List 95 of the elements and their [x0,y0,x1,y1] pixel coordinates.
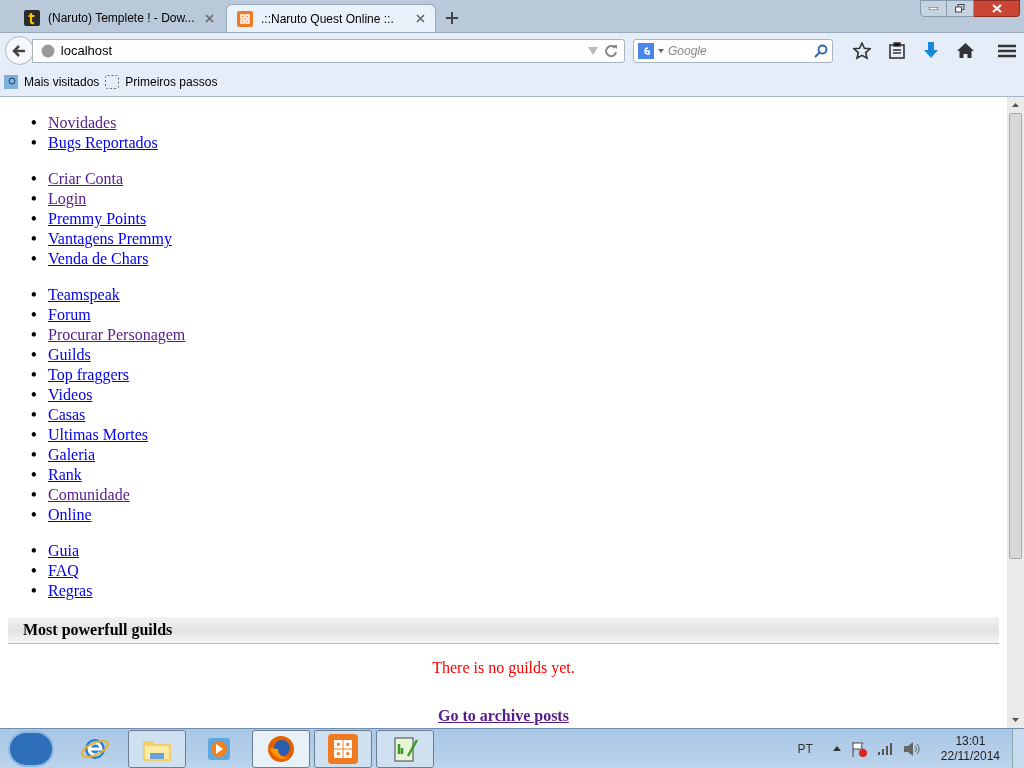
nav-link[interactable]: Guia [48,541,80,561]
up-caret-icon[interactable] [832,746,841,751]
close-icon[interactable] [205,13,214,23]
bullet: • [31,325,38,345]
nav-link[interactable]: Guilds [48,345,91,365]
bullet: • [31,405,38,425]
nav-link[interactable]: Procurar Personagem [48,325,186,345]
reload-icon[interactable] [604,43,618,58]
bullet: • [31,229,38,249]
browser-tab[interactable]: (Naruto) Templete ! - Dow... [14,4,224,32]
close-icon [991,4,1002,13]
bullet: • [31,385,38,405]
bookmark-item[interactable]: Primeiros passos [105,73,218,91]
fox-globe-icon[interactable] [266,733,296,764]
bullet: • [31,345,38,365]
search-icon[interactable] [814,43,828,58]
nav-link[interactable]: Premmy Points [48,209,147,229]
speaker-icon[interactable] [902,740,921,757]
bullet: • [31,581,38,601]
nav-link[interactable]: Rank [48,465,82,485]
nav-link[interactable]: Casas [48,405,86,425]
xampp-logo-icon[interactable] [328,733,358,764]
taskbar-app[interactable] [376,729,434,768]
back-button[interactable] [5,36,34,65]
clock[interactable]: 13:01 22/11/2014 [940,733,1000,764]
bullet: • [31,209,38,229]
bullet: • [31,249,38,269]
scroll-up-icon[interactable] [1012,103,1019,107]
nav-link[interactable]: Regras [48,581,93,601]
nav-link[interactable]: Vantagens Premmy [48,229,172,249]
language-indicator[interactable]: PT [797,739,813,758]
restore-button[interactable] [947,0,974,17]
plus-icon[interactable] [446,12,458,24]
close-icon[interactable] [416,14,425,23]
nav-link[interactable]: Criar Conta [48,169,124,189]
browser-tab[interactable]: .::Naruto Quest Online ::. [226,4,436,32]
nav-link[interactable]: Videos [48,385,93,405]
bullet: • [31,285,38,305]
empty-message: There is no guilds yet. [432,659,575,676]
bullet: • [31,113,38,133]
t-logo-icon [24,10,40,26]
archive-link[interactable]: Go to archive posts [438,707,569,724]
nav-link[interactable]: FAQ [48,561,79,581]
nav-link[interactable]: Bugs Reportados [48,133,158,153]
bullet: • [31,133,38,153]
bullet: • [31,305,38,325]
dropdown-icon[interactable] [658,48,664,53]
flag-icon[interactable] [850,740,867,757]
nav-link[interactable]: Comunidade [48,485,130,505]
start-button[interactable] [8,730,54,767]
bullet: • [31,189,38,209]
bullet: • [31,169,38,189]
bullet: • [31,465,38,485]
search-input[interactable]: Google [668,41,810,60]
taskbar-app[interactable] [252,729,310,768]
bullet: • [31,485,38,505]
taskbar-app[interactable] [128,729,186,768]
signal-bars-icon[interactable] [876,741,893,756]
clipboard-icon[interactable] [889,42,905,59]
bullet: • [31,425,38,445]
home-icon[interactable] [957,43,974,58]
scrollbar[interactable] [1007,97,1024,728]
nav-link[interactable]: Online [48,505,92,525]
download-icon[interactable] [923,42,939,59]
nav-link[interactable]: Top fraggers [48,365,130,385]
nav-link[interactable]: Galeria [48,445,96,465]
search-field[interactable]: Google [633,38,833,63]
taskbar-app[interactable] [314,729,372,768]
nav-link[interactable]: Novidades [48,113,117,133]
minimize-icon [929,7,938,10]
bullet: • [31,445,38,465]
g-logo-icon[interactable] [638,42,654,59]
address-bar[interactable]: localhost [31,38,625,63]
nav-link[interactable]: Venda de Chars [48,249,149,269]
bullet: • [31,365,38,385]
xampp-logo-icon [237,10,253,27]
dashed-square-icon [105,75,120,89]
magnifier-page-icon [4,75,18,89]
show-desktop-button[interactable] [1012,728,1024,768]
star-icon[interactable] [853,41,871,60]
menu-icon[interactable] [998,43,1016,58]
nav-link[interactable]: Ultimas Mortes [48,425,148,445]
nav-link[interactable]: Login [48,189,87,209]
scroll-down-icon[interactable] [1012,718,1019,722]
nav-link[interactable]: Teamspeak [48,285,120,305]
bullet: • [31,561,38,581]
close-button[interactable] [974,0,1020,17]
bookmark-item[interactable]: Mais visitados [4,73,100,91]
bullet: • [31,505,38,525]
bullet: • [31,541,38,561]
scrollbar-thumb[interactable] [1009,113,1022,559]
panel-header: Most powerfull guilds [8,617,999,644]
nav-link[interactable]: Forum [48,305,91,325]
restore-icon [955,4,965,13]
back-arrow-icon [12,44,27,57]
